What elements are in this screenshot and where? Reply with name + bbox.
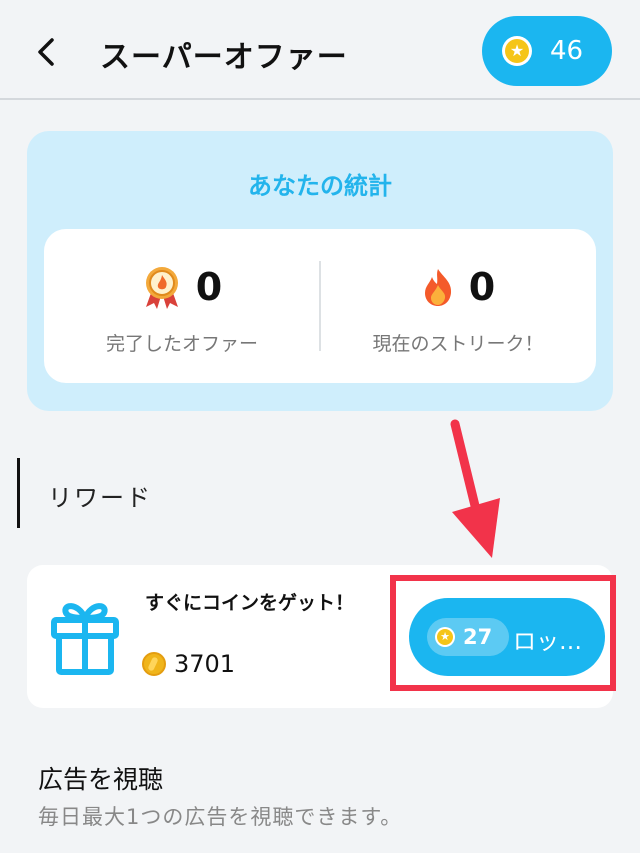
back-arrow-icon bbox=[38, 38, 54, 66]
star-coin-icon: ★ bbox=[435, 627, 455, 647]
reward-coins: 3701 bbox=[142, 650, 235, 678]
annotation-arrow bbox=[450, 419, 500, 558]
reward-coins-value: 3701 bbox=[174, 650, 236, 678]
star-coin-icon: ★ bbox=[502, 36, 532, 66]
reward-offer-title: すぐにコインをゲット！ bbox=[145, 592, 355, 614]
gift-icon bbox=[51, 603, 119, 675]
rewards-section-title: リワード bbox=[48, 484, 152, 512]
stats-title: あなたの統計 bbox=[248, 172, 392, 200]
coin-balance-button[interactable]: ★ 46 bbox=[482, 16, 612, 86]
section-indicator bbox=[17, 458, 20, 528]
completed-offers-label: 完了したオファー bbox=[105, 333, 258, 355]
current-streak-label: 現在のストリーク！ bbox=[372, 333, 544, 355]
unlock-cost-badge: ★ 27 bbox=[427, 618, 509, 656]
current-streak-value: 0 bbox=[468, 265, 496, 309]
gold-coin-icon bbox=[142, 652, 166, 676]
coin-balance-value: 46 bbox=[550, 36, 584, 66]
watch-ad-subtitle: 毎日最大1つの広告を視聴できます。 bbox=[38, 805, 403, 829]
watch-ad-title[interactable]: 広告を視聴 bbox=[38, 760, 163, 796]
completed-offers-value: 0 bbox=[195, 265, 223, 309]
top-bar: スーパーオファー ★ 46 bbox=[0, 0, 640, 100]
page-title: スーパーオファー bbox=[100, 40, 348, 75]
stat-current-streak: 0 現在のストリーク！ bbox=[320, 229, 596, 383]
unlock-offer-button[interactable]: ★ 27 ロッ… bbox=[409, 598, 605, 676]
fire-icon bbox=[424, 269, 451, 306]
unlock-button-label: ロッ… bbox=[513, 629, 582, 655]
stat-completed-offers: 0 完了したオファー bbox=[44, 229, 320, 383]
unlock-cost-value: 27 bbox=[463, 625, 493, 649]
medal-icon bbox=[145, 267, 178, 309]
stats-panel: 0 完了したオファー 0 現在のストリーク！ bbox=[44, 229, 596, 383]
back-button[interactable] bbox=[28, 30, 64, 74]
